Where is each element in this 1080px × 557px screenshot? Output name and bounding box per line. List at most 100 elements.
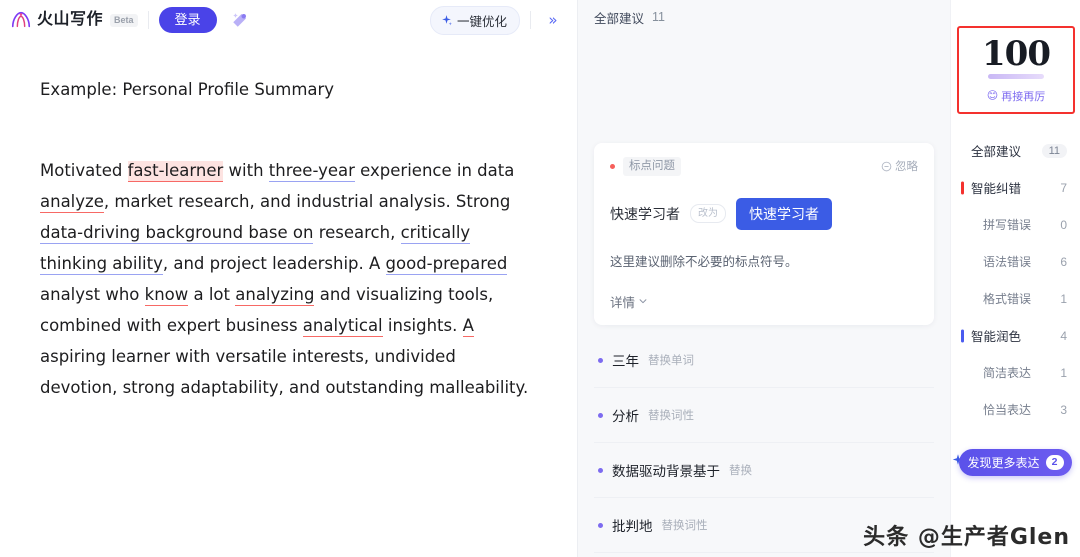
apply-suggestion-button[interactable]: 快速学习者 — [736, 197, 832, 230]
watermark: 头条 @生产者Glen — [863, 525, 1070, 550]
category-color-bar — [961, 181, 964, 194]
category-row[interactable]: 格式错误 1 — [951, 280, 1080, 317]
category-count: 6 — [1060, 254, 1067, 269]
score-subtitle: 😊 再接再厉 — [987, 88, 1045, 104]
ignore-label: 忽略 — [895, 161, 918, 174]
category-count: 1 — [1060, 365, 1067, 380]
suggestion-dot-icon — [598, 357, 603, 363]
suggestion-list-item[interactable]: 数据驱动背景基于 替换 — [594, 443, 934, 498]
suggestion-list-item[interactable]: 分析 替换词性 — [594, 388, 934, 443]
suggestion-item-kind: 替换单词 — [648, 355, 694, 367]
suggestion-dot-icon — [598, 522, 603, 528]
editor-pane: 火山写作 Beta 登录 一键优化 » Example: Personal Pr… — [0, 0, 578, 557]
discover-label: 发现更多表达 — [967, 456, 1040, 470]
suggestion-card-header: 标点问题 忽略 — [610, 157, 918, 176]
doc-text: with — [223, 160, 269, 180]
brand-logo: 火山写作 Beta — [10, 9, 138, 31]
doc-text: Motivated — [40, 160, 128, 180]
doc-text: experience in data — [354, 160, 515, 180]
login-button[interactable]: 登录 — [158, 7, 217, 33]
doc-flagged-text[interactable]: know — [144, 284, 189, 306]
document-title: Example: Personal Profile Summary — [40, 80, 335, 99]
doc-text: aspiring learner with versatile interest… — [40, 346, 529, 397]
doc-flagged-text[interactable]: three-year — [268, 160, 355, 182]
category-count: 4 — [1060, 328, 1067, 343]
category-label: 拼写错误 — [983, 218, 1032, 232]
doc-text: , market research, and industrial analys… — [103, 191, 511, 211]
category-count: 0 — [1060, 217, 1067, 232]
category-row[interactable]: 智能纠错 7 — [951, 169, 1080, 206]
suggestion-item-word: 批判地 — [612, 519, 653, 534]
score-value: 100 — [982, 33, 1051, 74]
toolbar-divider-2 — [530, 11, 531, 29]
doc-flagged-text[interactable]: fast-learner — [127, 160, 224, 182]
magic-wand-icon[interactable] — [227, 7, 253, 33]
category-label: 格式错误 — [983, 292, 1032, 306]
category-label: 恰当表达 — [983, 403, 1032, 417]
suggestion-item-word: 数据驱动背景基于 — [612, 464, 720, 479]
doc-text: a lot — [188, 284, 236, 304]
sparkle-icon — [442, 14, 452, 25]
score-box: 100 😊 再接再厉 — [957, 26, 1075, 114]
original-text: 快速学习者 — [610, 205, 680, 222]
doc-flagged-text[interactable]: good-prepared — [385, 253, 508, 275]
suggestion-item-word: 分析 — [612, 409, 639, 424]
category-row[interactable]: 恰当表达 3 — [951, 391, 1080, 428]
collapse-panel-button[interactable]: » — [541, 8, 565, 32]
suggestion-item-kind: 替换词性 — [648, 410, 694, 422]
category-count: 1 — [1060, 291, 1067, 306]
doc-flagged-text[interactable]: analytical — [302, 315, 383, 337]
suggestion-card[interactable]: 标点问题 忽略 快速学习者 改为 快速学习者 这里建议删除不必要的标点符号。 详… — [594, 143, 934, 325]
category-row[interactable]: 智能润色 4 — [951, 317, 1080, 354]
score-underline-decoration — [988, 73, 1044, 79]
category-label: 全部建议 — [971, 145, 1022, 159]
discover-badge: 2 — [1045, 455, 1064, 470]
doc-flagged-text[interactable]: data-driving background base on — [40, 222, 314, 244]
category-count: 3 — [1060, 402, 1067, 417]
document-editor[interactable]: Example: Personal Profile Summary Motiva… — [0, 40, 577, 403]
suggestion-explanation: 这里建议删除不必要的标点符号。 — [610, 254, 798, 269]
change-to-chip: 改为 — [690, 204, 726, 224]
top-toolbar: 火山写作 Beta 登录 一键优化 » — [0, 0, 577, 40]
category-label: 语法错误 — [983, 255, 1032, 269]
category-count: 11 — [1041, 143, 1067, 158]
suggestion-item-word: 三年 — [612, 354, 639, 369]
discover-more-button[interactable]: 发现更多表达 2 — [959, 449, 1072, 476]
suggestion-item-kind: 替换词性 — [661, 520, 708, 532]
doc-text: insights. — [382, 315, 463, 335]
document-body[interactable]: Motivated fast-learner with three-year e… — [40, 155, 537, 403]
chevron-down-icon — [639, 299, 647, 304]
one-click-optimize-button[interactable]: 一键优化 — [429, 5, 520, 35]
severity-dot-icon — [610, 163, 615, 169]
category-row[interactable]: 语法错误 6 — [951, 243, 1080, 280]
category-row[interactable]: 拼写错误 0 — [951, 206, 1080, 243]
suggestion-pane: 全部建议 11 标点问题 忽略 快速学习者 改为 快速学习者 这里建议删除不必要… — [578, 0, 950, 557]
category-color-bar — [961, 329, 964, 342]
suggestion-pane-header: 全部建议 11 — [578, 0, 950, 34]
magic-wand-glyph — [232, 13, 246, 27]
category-label: 简洁表达 — [983, 366, 1032, 380]
score-sidebar: 100 😊 再接再厉 全部建议 11 智能纠错 7 拼写错误 0 语法错误 6 格式错误 1 智能润… — [950, 0, 1080, 557]
ignore-button[interactable]: 忽略 — [881, 158, 918, 174]
suggestion-header-count: 11 — [652, 10, 665, 24]
suggestion-header-label: 全部建议 — [594, 11, 645, 26]
score-subtitle-label: 再接再厉 — [1001, 90, 1046, 103]
suggestion-item-kind: 替换 — [729, 465, 752, 477]
category-row[interactable]: 简洁表达 1 — [951, 354, 1080, 391]
category-row[interactable]: 全部建议 11 — [951, 132, 1080, 169]
volcano-logo-icon — [11, 11, 31, 28]
category-label: 智能纠错 — [971, 182, 1022, 196]
detail-toggle[interactable]: 详情 — [610, 292, 918, 311]
category-label: 智能润色 — [971, 330, 1022, 344]
category-list: 全部建议 11 智能纠错 7 拼写错误 0 语法错误 6 格式错误 1 智能润色 4 简洁表达 1 恰当表达… — [951, 132, 1080, 428]
optimize-label: 一键优化 — [456, 14, 507, 29]
doc-flagged-text[interactable]: A — [462, 315, 474, 337]
suggestion-type-tag: 标点问题 — [623, 157, 681, 176]
doc-text: research, — [313, 222, 401, 242]
doc-flagged-text[interactable]: analyzing — [235, 284, 315, 306]
doc-text: analyst who — [40, 284, 145, 304]
beta-badge: Beta — [110, 13, 138, 27]
doc-text: , and project leadership. A — [162, 253, 386, 273]
doc-flagged-text[interactable]: analyze — [40, 191, 104, 213]
suggestion-list-item[interactable]: 三年 替换单词 — [594, 333, 934, 388]
